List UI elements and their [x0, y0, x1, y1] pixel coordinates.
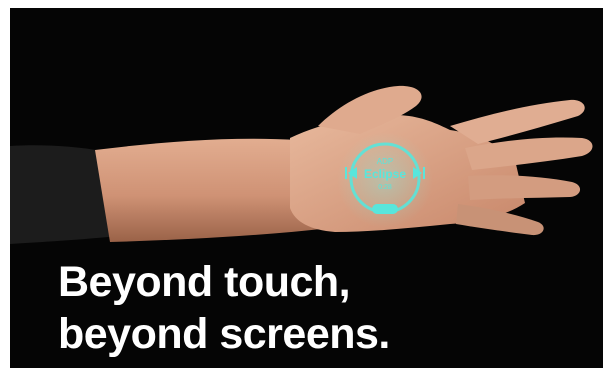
- finger-ring: [468, 175, 581, 200]
- track-title: Eclipse: [364, 167, 406, 181]
- track-artist: ADP: [377, 157, 393, 166]
- headline: Beyond touch, beyond screens.: [58, 256, 390, 360]
- finger-index: [450, 99, 585, 144]
- headline-line-2: beyond screens.: [58, 310, 390, 358]
- image-frame: ADP Eclipse 0:28 Beyond touch, beyond sc…: [0, 0, 609, 374]
- hero-photo: ADP Eclipse 0:28 Beyond touch, beyond sc…: [10, 8, 603, 368]
- track-time: 0:28: [378, 184, 392, 191]
- play-pill-button[interactable]: [372, 204, 398, 214]
- headline-line-1: Beyond touch,: [58, 258, 351, 306]
